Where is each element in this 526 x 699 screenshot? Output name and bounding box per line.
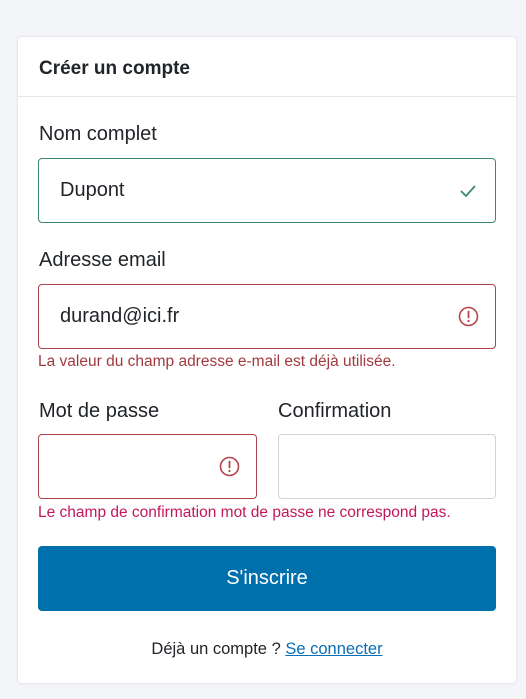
exclamation-circle-icon [218,456,240,478]
confirmation-label: Confirmation [278,400,392,422]
confirmation-field[interactable] [278,434,496,499]
password-label: Mot de passe [39,400,160,422]
password-error-message: Le champ de confirmation mot de passe ne… [38,504,451,521]
full-name-field[interactable]: Dupont [38,158,496,223]
signup-button[interactable]: S'inscrire [38,546,496,611]
email-label: Adresse email [39,249,166,271]
check-icon [457,180,479,202]
email-error-message: La valeur du champ adresse e-mail est dé… [38,353,396,370]
password-field[interactable] [38,434,257,499]
login-prompt: Déjà un compte ? Se connecter [18,640,516,659]
name-label: Nom complet [39,123,157,145]
email-field[interactable]: durand@ici.fr [38,284,496,349]
login-link[interactable]: Se connecter [285,640,382,658]
signup-card: Créer un compte Nom complet Dupont Adres… [17,36,517,684]
full-name-value: Dupont [60,179,125,201]
exclamation-circle-icon [457,306,479,328]
login-prompt-text: Déjà un compte ? [151,640,281,658]
email-value: durand@ici.fr [60,305,180,327]
card-title: Créer un compte [18,37,516,97]
